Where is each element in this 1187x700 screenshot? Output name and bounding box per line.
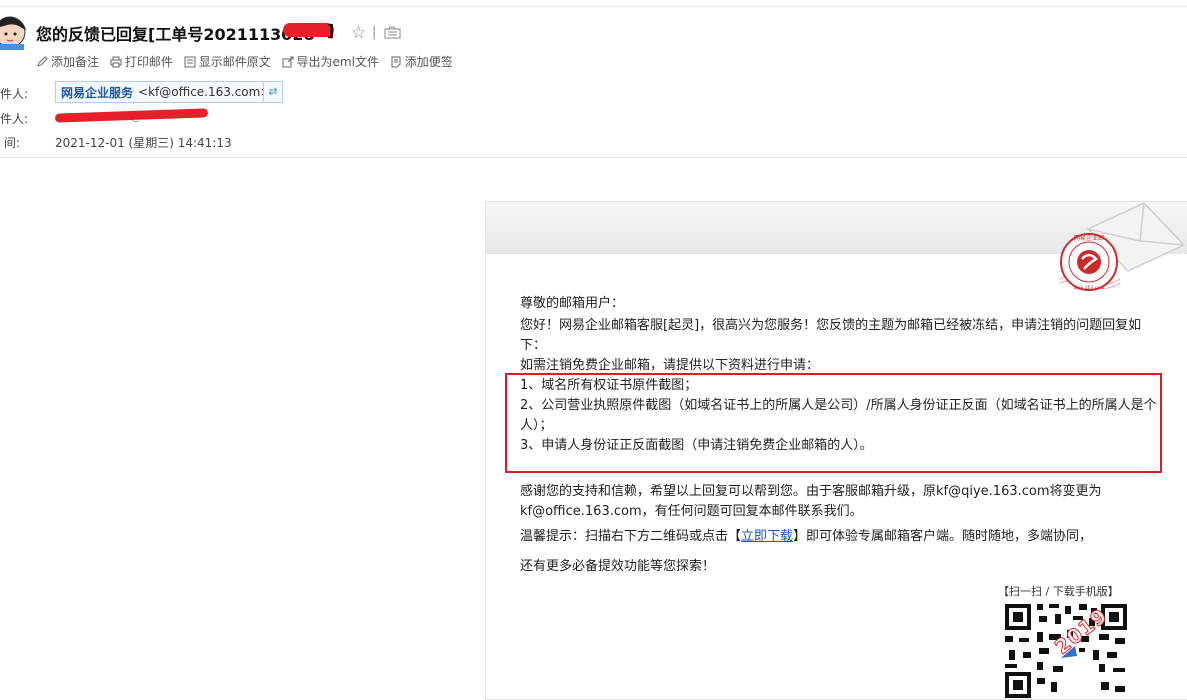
requirement-item-1: 1、域名所有权证书原件截图； (520, 378, 698, 393)
sender-address: <kf@office.163.com> (138, 85, 271, 99)
add-sticky-note-button[interactable]: 添加便签 (390, 53, 453, 70)
subject-close-bracket: ] (327, 21, 335, 40)
header-separator: | (372, 25, 377, 40)
mail-toolbar: 添加备注 打印邮件 显示邮件原文 导出为eml文件 添加便签 (36, 53, 460, 71)
greeting: 尊敬的邮箱用户： (520, 296, 625, 311)
export-eml-button[interactable]: 导出为eml文件 (282, 53, 379, 70)
print-button[interactable]: 打印邮件 (110, 53, 173, 70)
requirement-item-2: 2、公司营业执照原件截图（如域名证书上的所属人是公司）/所属人身份证正反面（如域… (520, 398, 1157, 433)
pencil-icon (37, 55, 48, 67)
note-icon (391, 56, 401, 67)
time-label: 时 间: (0, 136, 20, 150)
move-folder-icon[interactable] (384, 26, 401, 39)
add-sticky-note-label: 添加便签 (404, 55, 453, 69)
requirement-item-3: 3、申请人身份证正反面截图（申请注销免费企业邮箱的人）。 (520, 438, 873, 453)
source-icon (184, 56, 196, 67)
avatar (0, 16, 26, 50)
header-divider (0, 157, 1187, 158)
export-icon (282, 56, 294, 67)
stamp-subtext: qiye.163.com (1074, 285, 1105, 291)
stamp-text: 网易企业邮 (1074, 234, 1104, 242)
tip-line: 温馨提示：扫描右下方二维码或点击【立即下载】即可体验专属邮箱客户端。随时随地，多… (520, 527, 1160, 547)
mail-subject: 您的反馈已回复[工单号2021113028 (36, 25, 315, 44)
intro-paragraph: 您好！网易企业邮箱客服[起灵]，很高兴为您服务！您反馈的主题为邮箱已经被冻结，申… (520, 318, 1142, 353)
printer-icon (110, 56, 122, 67)
qr-caption: 【扫一扫 / 下载手机版】 (998, 585, 1119, 598)
download-link[interactable]: 立即下载 (741, 529, 793, 544)
tip-prefix: 温馨提示：扫描右下方二维码或点击【 (520, 529, 742, 544)
from-label: 发件人: (0, 87, 29, 101)
swap-icon[interactable]: ⇄ (263, 81, 283, 103)
thanks-paragraph: 感谢您的支持和信赖，希望以上回复可以帮到您。由于客服邮箱升级，原kf@qiye.… (520, 484, 1102, 519)
sender-chip[interactable]: 网易企业服务 <kf@office.163.com> (55, 81, 277, 103)
sent-time: 2021-12-01 (星期三) 14:41:13 (55, 136, 232, 150)
export-eml-label: 导出为eml文件 (296, 55, 379, 69)
to-label: 收件人: (0, 112, 29, 126)
add-note-label: 添加备注 (51, 55, 100, 69)
show-source-button[interactable]: 显示邮件原文 (184, 53, 271, 70)
netease-stamp-logo: 网易企业邮 qiye.163.com (1059, 233, 1121, 291)
top-border (0, 6, 1187, 7)
add-note-button[interactable]: 添加备注 (36, 53, 99, 70)
tip-line-2: 还有更多必备提效功能等您探索！ (520, 559, 716, 574)
print-label: 打印邮件 (124, 55, 173, 69)
sender-name: 网易企业服务 (61, 85, 134, 100)
show-source-label: 显示邮件原文 (198, 55, 271, 69)
tip-suffix: 】即可体验专属邮箱客户端。随时随地，多端协同， (793, 529, 1093, 544)
star-icon[interactable]: ☆ (351, 23, 366, 43)
